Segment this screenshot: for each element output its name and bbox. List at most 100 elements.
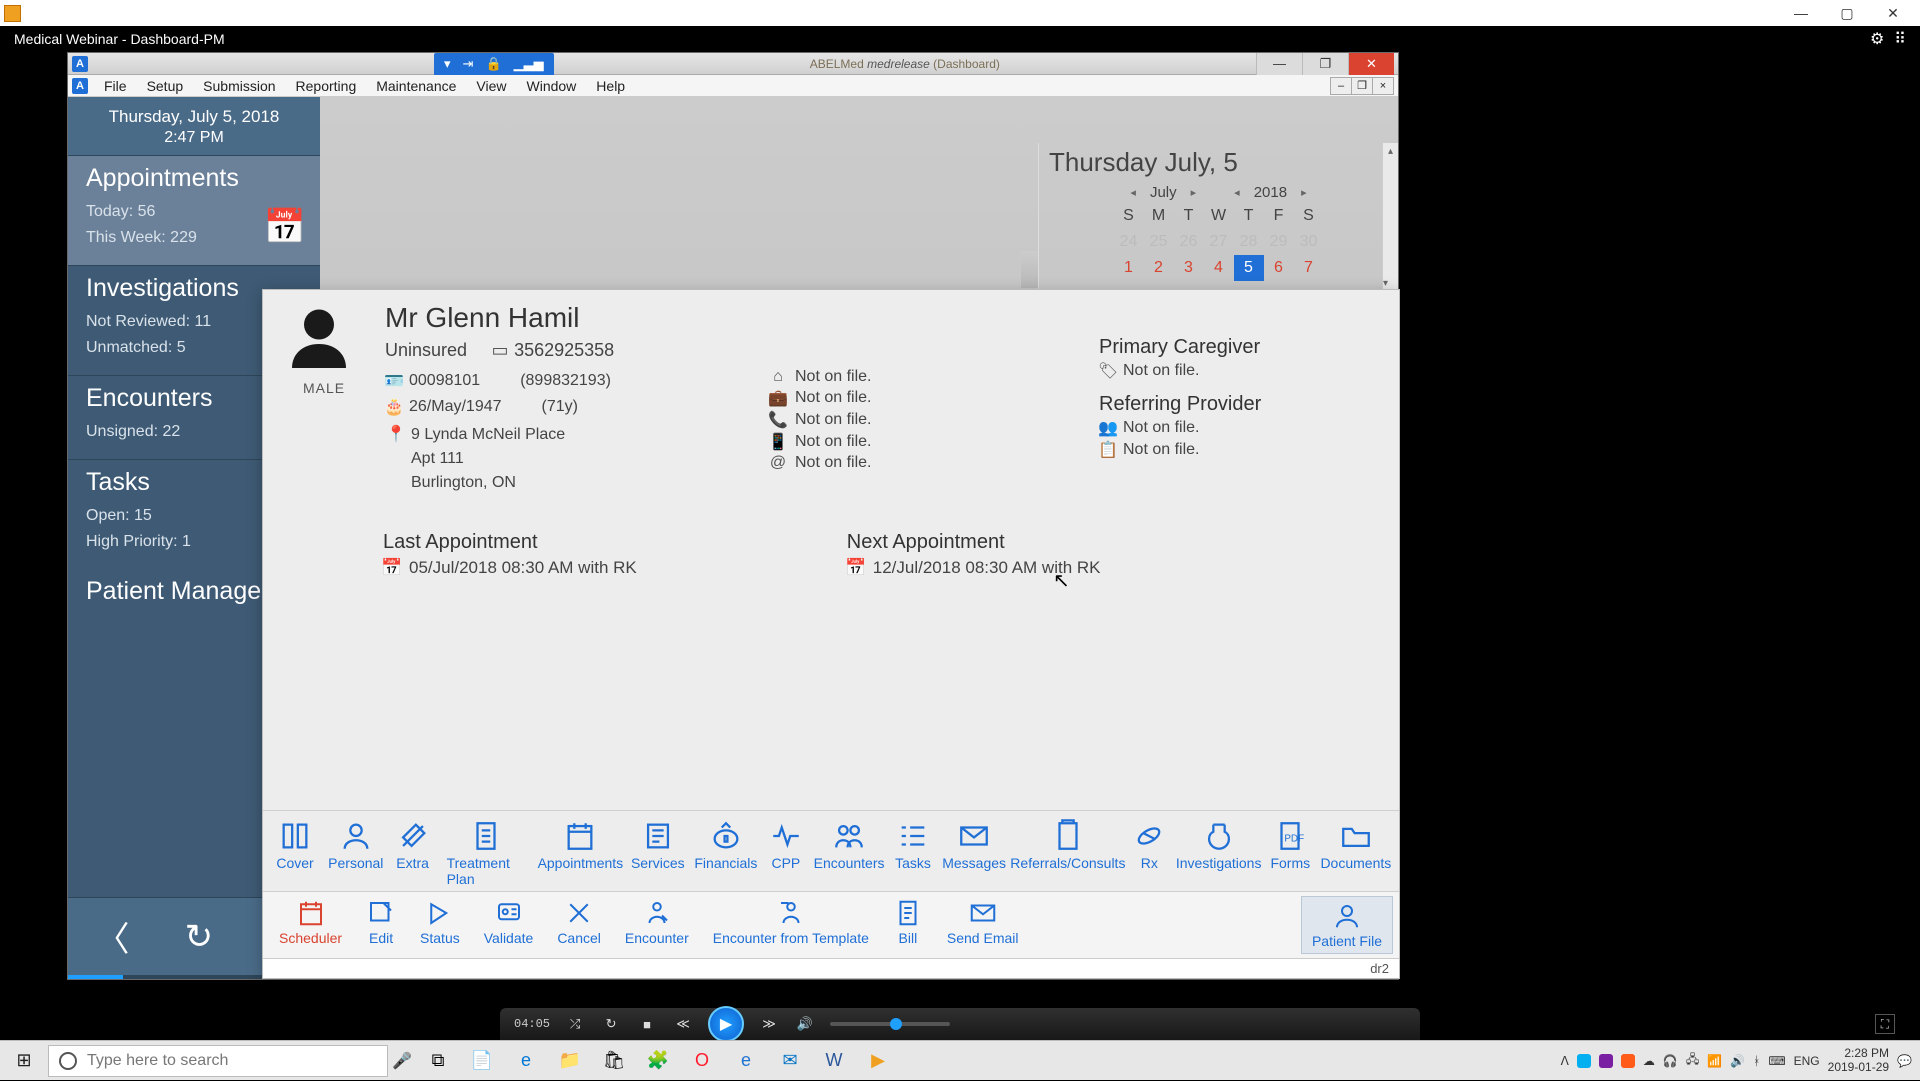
minimize-button[interactable]: — bbox=[1778, 0, 1824, 26]
back-icon[interactable]: 〈 bbox=[96, 912, 130, 961]
maximize-button[interactable]: ▢ bbox=[1824, 0, 1870, 26]
tab-personal[interactable]: Personal bbox=[325, 817, 387, 889]
calendar-day[interactable]: 2 bbox=[1144, 255, 1174, 281]
start-button[interactable]: ⊞ bbox=[0, 1041, 48, 1081]
rewind-button[interactable]: ≪ bbox=[672, 1013, 694, 1035]
taskbar-search[interactable]: Type here to search bbox=[48, 1045, 388, 1077]
action-validate[interactable]: Validate bbox=[474, 896, 544, 954]
action-status[interactable]: Status bbox=[410, 896, 470, 954]
taskbar-app-outlook[interactable]: ✉ bbox=[768, 1041, 812, 1081]
tab-cpp[interactable]: CPP bbox=[764, 817, 808, 889]
calendar-day[interactable]: 4 bbox=[1204, 255, 1234, 281]
tab-encounters[interactable]: Encounters bbox=[812, 817, 886, 889]
action-encounter[interactable]: Encounter bbox=[615, 896, 699, 954]
mdi-close-button[interactable]: × bbox=[1372, 77, 1394, 95]
tray-keyboard-icon[interactable]: ⌨ bbox=[1768, 1054, 1785, 1068]
taskbar-app-ie[interactable]: e bbox=[724, 1041, 768, 1081]
taskbar-app-media[interactable]: ▶ bbox=[856, 1041, 900, 1081]
mdi-minimize-button[interactable]: – bbox=[1330, 77, 1352, 95]
scrollbar-track[interactable] bbox=[1020, 251, 1038, 288]
action-scheduler[interactable]: Scheduler bbox=[269, 896, 352, 954]
action-edit[interactable]: Edit bbox=[356, 896, 406, 954]
tray-volume-icon[interactable]: 🔊 bbox=[1730, 1054, 1745, 1068]
volume-slider[interactable] bbox=[830, 1022, 950, 1026]
calendar-scrollbar[interactable]: ▴▾ bbox=[1382, 143, 1398, 291]
taskbar-app-word[interactable]: W bbox=[812, 1041, 856, 1081]
volume-icon[interactable]: 🔊 bbox=[794, 1013, 816, 1035]
month-next-icon[interactable]: ▸ bbox=[1187, 186, 1201, 199]
play-button[interactable]: ▶ bbox=[708, 1006, 744, 1042]
calendar-day[interactable]: 3 bbox=[1174, 255, 1204, 281]
task-view-icon[interactable]: ⧉ bbox=[416, 1041, 460, 1081]
month-prev-icon[interactable]: ◂ bbox=[1126, 186, 1140, 199]
tray-overflow-icon[interactable]: ᐱ bbox=[1561, 1054, 1569, 1068]
grid-icon[interactable]: ⠿ bbox=[1894, 29, 1906, 49]
tray-wifi-icon[interactable]: 📶 bbox=[1707, 1054, 1722, 1068]
dropdown-icon[interactable]: ▾ bbox=[444, 56, 451, 72]
taskbar-app-opera[interactable]: O bbox=[680, 1041, 724, 1081]
scrollbar-track[interactable] bbox=[1020, 213, 1038, 250]
taskbar-app-notepad[interactable]: 📄 bbox=[460, 1041, 504, 1081]
tray-notifications-icon[interactable]: 💬 bbox=[1897, 1054, 1912, 1068]
tab-appointments[interactable]: Appointments bbox=[537, 817, 624, 889]
tab-rx[interactable]: Rx bbox=[1127, 817, 1171, 889]
calendar-day[interactable]: 25 bbox=[1144, 229, 1174, 255]
refresh-icon[interactable]: ↻ bbox=[185, 917, 214, 957]
tray-clock[interactable]: 2:28 PM 2019-01-29 bbox=[1828, 1047, 1889, 1073]
tray-network-icon[interactable]: 🖧 bbox=[1686, 1050, 1699, 1071]
calendar-day[interactable]: 27 bbox=[1204, 229, 1234, 255]
tray-office-icon[interactable] bbox=[1621, 1054, 1635, 1068]
tab-extra[interactable]: Extra bbox=[391, 817, 435, 889]
tab-cover[interactable]: Cover bbox=[269, 817, 321, 889]
cortana-mic-icon[interactable]: 🎤 bbox=[388, 1051, 416, 1071]
calendar-year[interactable]: 2018 bbox=[1254, 184, 1287, 201]
tab-treatment-plan[interactable]: Treatment Plan bbox=[439, 817, 533, 889]
calendar-day[interactable]: 24 bbox=[1114, 229, 1144, 255]
menu-setup[interactable]: Setup bbox=[139, 78, 192, 94]
inner-minimize-button[interactable]: — bbox=[1256, 53, 1302, 75]
mdi-restore-button[interactable]: ❐ bbox=[1351, 77, 1373, 95]
repeat-icon[interactable]: ↻ bbox=[600, 1013, 622, 1035]
menu-submission[interactable]: Submission bbox=[195, 78, 283, 94]
tab-messages[interactable]: Messages bbox=[940, 817, 1009, 889]
year-prev-icon[interactable]: ◂ bbox=[1230, 186, 1244, 199]
taskbar-app-generic[interactable]: 🧩 bbox=[636, 1041, 680, 1081]
sidebar-item-appointments[interactable]: Appointments Today: 56 This Week: 229 📅 bbox=[68, 155, 320, 265]
calendar-day[interactable]: 7 bbox=[1294, 255, 1324, 281]
tray-bluetooth-icon[interactable]: ᚼ bbox=[1753, 1054, 1760, 1068]
settings-icon[interactable]: ⚙ bbox=[1870, 29, 1884, 49]
calendar-day[interactable]: 6 bbox=[1264, 255, 1294, 281]
tab-forms[interactable]: PDFForms bbox=[1266, 817, 1315, 889]
inner-restore-button[interactable]: ❐ bbox=[1302, 53, 1348, 75]
tray-cloud-icon[interactable]: ☁ bbox=[1643, 1054, 1655, 1068]
tab-services[interactable]: Services bbox=[628, 817, 688, 889]
calendar-month[interactable]: July bbox=[1150, 184, 1177, 201]
menu-window[interactable]: Window bbox=[519, 78, 585, 94]
tab-documents[interactable]: Documents bbox=[1319, 817, 1393, 889]
action-cancel[interactable]: Cancel bbox=[547, 896, 611, 954]
menu-reporting[interactable]: Reporting bbox=[288, 78, 365, 94]
menu-maintenance[interactable]: Maintenance bbox=[368, 78, 464, 94]
stop-button[interactable]: ■ bbox=[636, 1013, 658, 1035]
calendar-day[interactable]: 26 bbox=[1174, 229, 1204, 255]
tab-financials[interactable]: Financials bbox=[692, 817, 760, 889]
action-send-email[interactable]: Send Email bbox=[937, 896, 1029, 954]
menu-help[interactable]: Help bbox=[588, 78, 633, 94]
tray-headset-icon[interactable]: 🎧 bbox=[1663, 1054, 1678, 1068]
close-button[interactable]: ✕ bbox=[1870, 0, 1916, 26]
calendar-day-today[interactable]: 5 bbox=[1234, 255, 1264, 281]
schedule-row[interactable]: 08:00 ... Gray, Jane Unconfirm... ? bbox=[320, 213, 1038, 251]
taskbar-app-explorer[interactable]: 📁 bbox=[548, 1041, 592, 1081]
calendar-day[interactable]: 29 bbox=[1264, 229, 1294, 255]
taskbar-app-store[interactable]: 🛍 bbox=[592, 1041, 636, 1081]
tray-onenote-icon[interactable] bbox=[1599, 1054, 1613, 1068]
tab-tasks[interactable]: Tasks bbox=[890, 817, 936, 889]
pin-icon[interactable]: ⇥ bbox=[463, 56, 474, 72]
year-next-icon[interactable]: ▸ bbox=[1297, 186, 1311, 199]
action-encounter-template[interactable]: Encounter from Template bbox=[703, 896, 879, 954]
fullscreen-icon[interactable]: ⛶ bbox=[1875, 1014, 1895, 1034]
menu-file[interactable]: File bbox=[96, 78, 135, 94]
lock-icon[interactable]: 🔒 bbox=[485, 56, 501, 72]
action-patient-file[interactable]: Patient File bbox=[1301, 896, 1393, 954]
shuffle-icon[interactable]: ⤮ bbox=[564, 1013, 586, 1035]
